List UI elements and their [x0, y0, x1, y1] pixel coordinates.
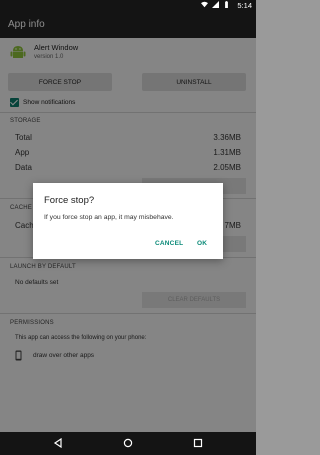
navigation-bar [0, 432, 256, 455]
force-stop-dialog: Force stop? If you force stop an app, it… [33, 183, 223, 259]
dialog-message: If you force stop an app, it may misbeha… [44, 214, 174, 221]
dialog-cancel-button[interactable]: CANCEL [155, 240, 183, 247]
status-icons [201, 1, 230, 8]
home-icon[interactable] [123, 438, 133, 448]
status-time: 5:14 [237, 1, 252, 10]
battery-icon [225, 1, 228, 8]
signal-icon [212, 1, 219, 8]
dialog-ok-button[interactable]: OK [197, 240, 207, 247]
wifi-icon [201, 1, 208, 8]
recents-icon[interactable] [193, 438, 203, 448]
status-bar: 5:14 [0, 0, 256, 12]
dialog-title: Force stop? [44, 195, 95, 206]
back-icon[interactable] [53, 438, 63, 448]
